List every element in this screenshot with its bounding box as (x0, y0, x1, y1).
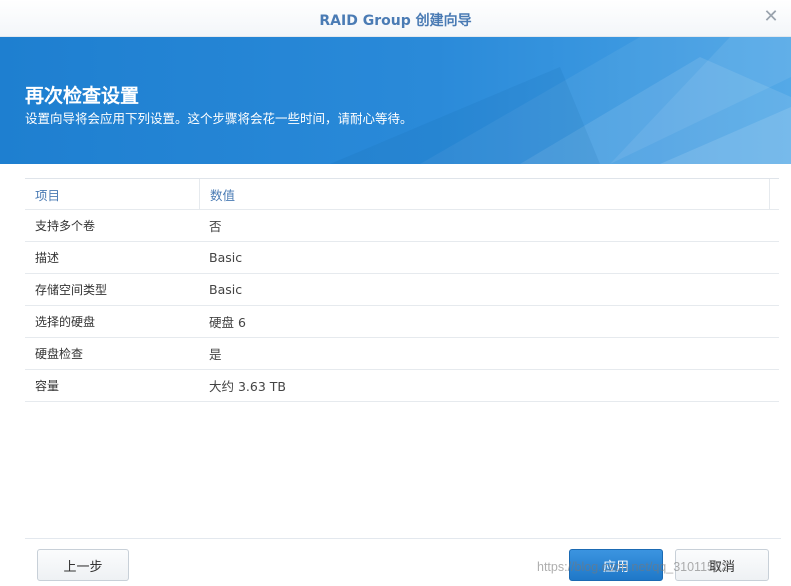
row-value: 是 (209, 347, 222, 362)
row-value: 硬盘 6 (209, 315, 246, 330)
apply-button[interactable]: 应用 (569, 549, 663, 581)
row-item: 支持多个卷 (35, 219, 96, 233)
row-item: 存储空间类型 (35, 283, 108, 297)
window-titlebar: RAID Group 创建向导 ✕ (0, 0, 791, 37)
cancel-button[interactable]: 取消 (675, 549, 769, 581)
close-icon[interactable]: ✕ (761, 7, 781, 27)
column-header-item[interactable]: 项目 (25, 185, 199, 204)
settings-table: 项目 数值 支持多个卷 否 描述 Basic 存储空间类型 Basic 选择的硬… (25, 178, 779, 402)
page-subheading: 设置向导将会应用下列设置。这个步骤将会花一些时间，请耐心等待。 (25, 111, 413, 126)
wizard-banner: 再次检查设置 设置向导将会应用下列设置。这个步骤将会花一些时间，请耐心等待。 (0, 37, 791, 164)
table-row[interactable]: 硬盘检查 是 (25, 338, 779, 370)
table-row[interactable]: 存储空间类型 Basic (25, 274, 779, 306)
footer-divider (25, 538, 781, 539)
table-row[interactable]: 容量 大约 3.63 TB (25, 370, 779, 402)
row-item: 描述 (35, 251, 60, 265)
row-item: 硬盘检查 (35, 347, 84, 361)
window-title: RAID Group 创建向导 (319, 13, 472, 29)
row-value: Basic (209, 282, 243, 297)
page-heading: 再次检查设置 (25, 85, 140, 107)
row-value: 大约 3.63 TB (209, 379, 286, 394)
table-row[interactable]: 支持多个卷 否 (25, 210, 779, 242)
table-header: 项目 数值 (25, 179, 779, 210)
row-value: 否 (209, 219, 222, 234)
column-header-value[interactable]: 数值 (199, 179, 769, 209)
table-row[interactable]: 选择的硬盘 硬盘 6 (25, 306, 779, 338)
column-header-spacer (769, 179, 779, 209)
row-item: 选择的硬盘 (35, 315, 96, 329)
table-row[interactable]: 描述 Basic (25, 242, 779, 274)
row-item: 容量 (35, 379, 60, 393)
previous-button[interactable]: 上一步 (37, 549, 129, 581)
row-value: Basic (209, 250, 243, 265)
